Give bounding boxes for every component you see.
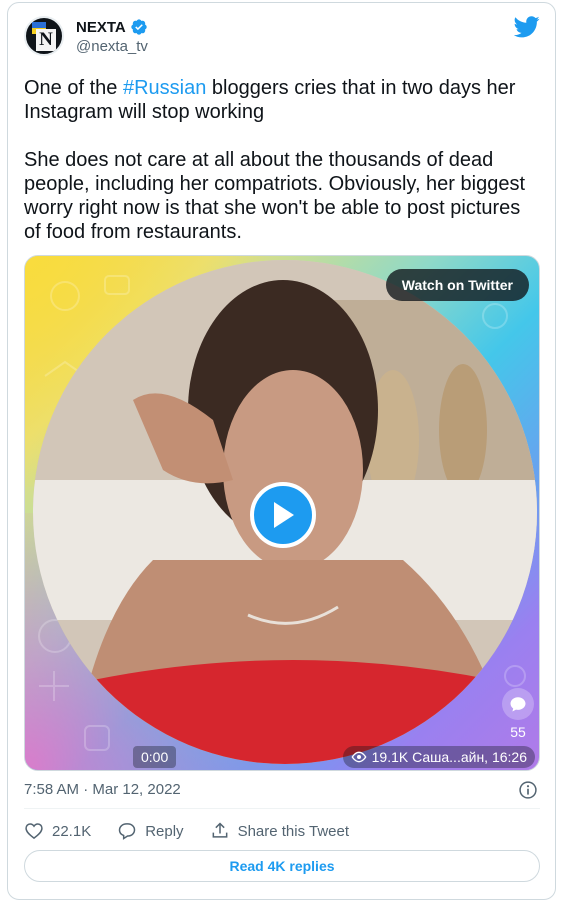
avatar[interactable]: N	[24, 16, 64, 56]
share-icon	[212, 822, 227, 838]
play-icon	[274, 502, 294, 528]
heart-icon	[25, 823, 43, 840]
play-button[interactable]	[250, 482, 316, 548]
comment-bubble	[502, 688, 534, 720]
tweet-text-segment: One of the	[24, 77, 123, 99]
author-handle[interactable]: @nexta_tv	[76, 38, 148, 55]
author-name[interactable]: NEXTA	[76, 19, 126, 36]
views-text: 19.1K Саша...айн, 16:26	[371, 749, 527, 765]
eye-icon	[351, 751, 367, 763]
comments-badge: 55	[501, 688, 535, 742]
tweet-paragraph-1: One of the #Russian bloggers cries that …	[24, 76, 540, 124]
video-time: 0:00	[133, 746, 177, 768]
divider	[24, 808, 540, 809]
read-replies-button[interactable]: Read 4K replies	[24, 850, 540, 882]
comment-bubble-icon	[510, 697, 526, 712]
tweet-paragraph-2: She does not care at all about the thous…	[24, 149, 526, 243]
tweet-text: One of the #Russian bloggers cries that …	[24, 76, 540, 268]
info-icon[interactable]	[518, 780, 538, 800]
share-label: Share this Tweet	[237, 822, 350, 840]
tweet-timestamp[interactable]: 7:58 AM · Mar 12, 2022	[24, 781, 181, 798]
share-button[interactable]: Share this Tweet	[210, 821, 349, 841]
avatar-logo: N	[36, 29, 56, 51]
hashtag-link[interactable]: #Russian	[123, 77, 206, 99]
like-count: 22.1K	[52, 822, 92, 840]
watch-on-twitter-button[interactable]: Watch on Twitter	[385, 269, 529, 301]
author-name-row[interactable]: NEXTA	[76, 18, 148, 36]
twitter-bird-icon[interactable]	[514, 16, 540, 38]
reply-label: Reply	[145, 822, 184, 840]
reply-icon	[118, 823, 136, 840]
verified-badge-icon	[131, 19, 147, 35]
like-button[interactable]: 22.1K	[24, 821, 91, 841]
action-bar: 22.1K Reply Share this Tweet	[24, 820, 375, 842]
video-media[interactable]: Watch on Twitter 55 0:00 19.1K Саша...ай…	[24, 255, 540, 771]
reply-button[interactable]: Reply	[117, 821, 184, 841]
comments-count: 55	[510, 724, 526, 740]
views-badge: 19.1K Саша...айн, 16:26	[342, 746, 535, 768]
